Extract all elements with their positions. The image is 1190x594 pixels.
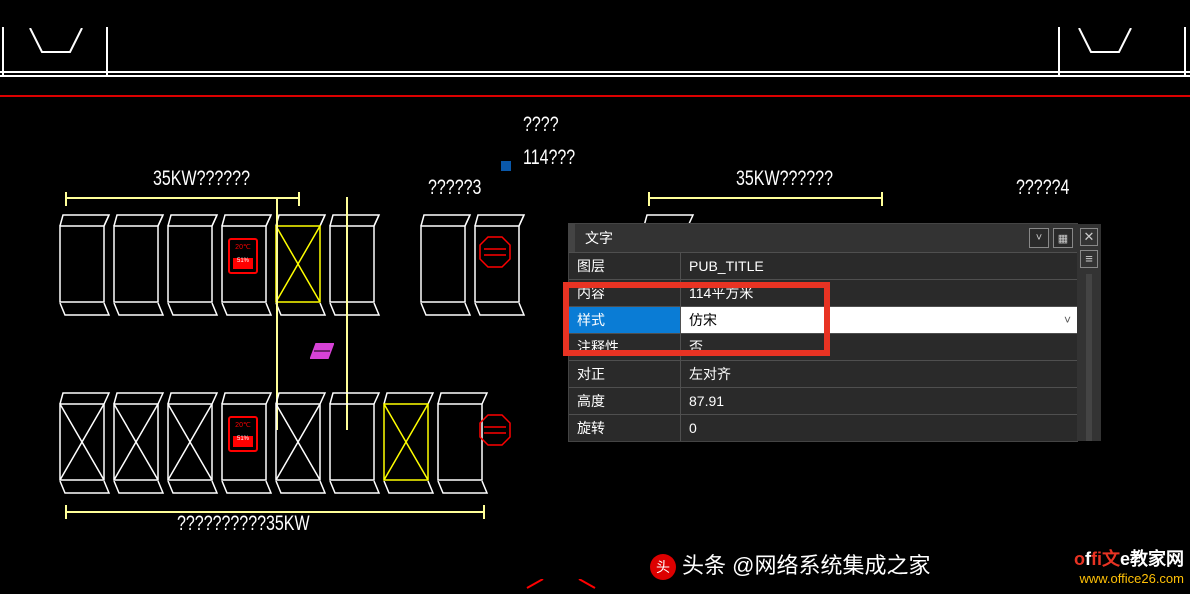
unit-box bbox=[113, 392, 167, 482]
menu-icon[interactable]: ≡ bbox=[1080, 250, 1098, 268]
watermark-line2: www.office26.com bbox=[1074, 571, 1184, 586]
watermark-toutiao: 头头条 @网络系统集成之家 bbox=[650, 548, 930, 580]
top-rail bbox=[0, 27, 1190, 77]
palette-rows: 图层PUB_TITLE 内容114平方米 样式仿宋˅ 注释性否 对正左对齐 高度… bbox=[569, 252, 1077, 441]
badge-red: 20℃ 51% bbox=[228, 416, 258, 452]
unit-row-top-right-1-flaps bbox=[420, 303, 528, 317]
dim-line-left-top bbox=[65, 197, 300, 199]
parallelogram-icon bbox=[310, 343, 334, 359]
toutiao-icon: 头 bbox=[650, 554, 676, 580]
quick-select-icon[interactable]: ▦ bbox=[1053, 228, 1073, 248]
dim-line-right-top bbox=[648, 197, 883, 199]
text-label-col3: ?????3 bbox=[428, 177, 481, 200]
properties-palette[interactable]: 文字 ˅ ▦ ✕ ≡ 图层PUB_TITLE 内容114平方米 样式仿宋˅ 注释… bbox=[568, 223, 1078, 442]
text-center-top: ???? bbox=[523, 114, 559, 137]
unit-box bbox=[59, 392, 113, 482]
palette-title-bar[interactable]: 文字 ˅ ▦ bbox=[569, 224, 1077, 252]
rail-vsep bbox=[2, 27, 4, 77]
top-trapezoid bbox=[1075, 28, 1135, 54]
rail-vsep bbox=[1184, 27, 1186, 77]
unit-box bbox=[113, 214, 167, 304]
badge-red: 20℃ 51% bbox=[228, 238, 258, 274]
red-fragment bbox=[525, 576, 597, 586]
palette-row-annotative[interactable]: 注释性否 bbox=[569, 333, 1077, 360]
unit-box-yellow bbox=[383, 392, 437, 482]
chevron-down-icon[interactable]: ˅ bbox=[1029, 228, 1049, 248]
unit-box bbox=[167, 214, 221, 304]
badge-top: 20℃ bbox=[233, 243, 253, 257]
rail-vsep bbox=[106, 27, 108, 77]
red-divider-line bbox=[0, 95, 1190, 97]
unit-box bbox=[329, 392, 383, 482]
dim-tick bbox=[648, 192, 650, 206]
dropdown-arrow-icon[interactable]: ˅ bbox=[1064, 313, 1071, 327]
unit-box bbox=[59, 214, 113, 304]
palette-row-justify[interactable]: 对正左对齐 bbox=[569, 360, 1077, 387]
badge-top: 20℃ bbox=[233, 421, 253, 435]
watermark-line1: offi文e教家网 bbox=[1074, 545, 1184, 571]
palette-side-drag[interactable] bbox=[1086, 274, 1092, 441]
unit-box-yellow bbox=[275, 214, 329, 304]
text-label-col4: ?????4 bbox=[1016, 177, 1069, 200]
unit-box bbox=[329, 214, 383, 304]
text-center-mid[interactable]: 114??? bbox=[523, 147, 575, 170]
octagon-icon bbox=[478, 235, 512, 269]
grip-handle[interactable] bbox=[501, 161, 511, 171]
unit-row-bottom-flaps bbox=[59, 481, 491, 495]
unit-box bbox=[167, 392, 221, 482]
palette-row-contents[interactable]: 内容114平方米 bbox=[569, 279, 1077, 306]
palette-row-layer[interactable]: 图层PUB_TITLE bbox=[569, 252, 1077, 279]
unit-row-bottom bbox=[59, 392, 491, 482]
dim-tick bbox=[483, 505, 485, 519]
badge-inner: 51% bbox=[233, 258, 253, 269]
dim-tick bbox=[881, 192, 883, 206]
palette-side-bar[interactable]: ✕ ≡ bbox=[1077, 224, 1101, 441]
unit-box bbox=[420, 214, 474, 304]
palette-row-style[interactable]: 样式仿宋˅ bbox=[569, 306, 1077, 333]
palette-style-value: 仿宋 bbox=[689, 310, 717, 330]
rail-vsep bbox=[1058, 27, 1060, 77]
palette-row-rotation[interactable]: 旋转0 bbox=[569, 414, 1077, 441]
palette-title: 文字 bbox=[575, 228, 1029, 248]
top-trapezoid bbox=[26, 28, 86, 54]
octagon-icon bbox=[478, 413, 512, 447]
unit-row-top-left bbox=[59, 214, 383, 304]
unit-box bbox=[275, 392, 329, 482]
text-label-left-top: 35KW?????? bbox=[153, 168, 250, 191]
rail-line-upper bbox=[0, 71, 1190, 73]
text-bottom-label: ??????????35KW bbox=[177, 513, 310, 536]
unit-row-top-left-flaps bbox=[59, 303, 383, 317]
close-icon[interactable]: ✕ bbox=[1080, 228, 1098, 246]
dim-tick bbox=[65, 192, 67, 206]
rail-line-lower bbox=[0, 75, 1190, 77]
dim-tick bbox=[298, 192, 300, 206]
watermark-office26: offi文e教家网 www.office26.com bbox=[1074, 545, 1184, 586]
text-label-right-top: 35KW?????? bbox=[736, 168, 833, 191]
palette-row-height[interactable]: 高度87.91 bbox=[569, 387, 1077, 414]
dim-tick bbox=[65, 505, 67, 519]
badge-inner: 51% bbox=[233, 436, 253, 447]
